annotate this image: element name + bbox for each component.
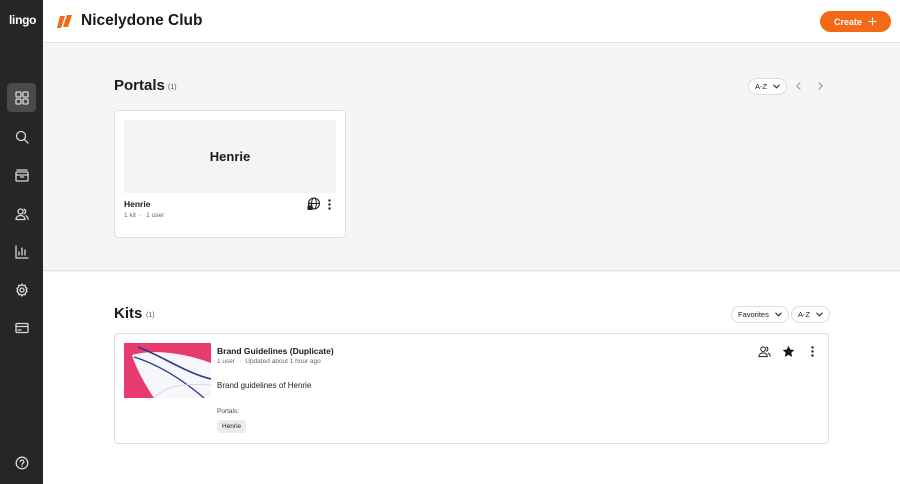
portal-more-menu-icon[interactable] [325,197,333,211]
nav-billing[interactable] [7,313,36,342]
kits-sort-label: A-Z [798,310,811,319]
portals-count: (1) [168,84,177,91]
users-icon [14,207,29,220]
brand-logo-icon [57,15,72,28]
nav-dashboard[interactable] [7,83,36,112]
dashboard-icon [14,90,29,105]
portals-sort-label: A-Z [755,82,768,91]
portal-user-count: 1 user [146,212,165,219]
kit-description: Brand guidelines of Henrie [217,381,312,390]
kits-filter-label: Favorites [738,310,769,319]
globe-lock-icon[interactable] [307,197,321,211]
kit-portal-tag[interactable]: Henrie [217,420,247,433]
portal-kit-count: 1 kit [124,212,136,219]
workspace-title: Nicelydone Club [81,12,203,29]
kits-sort-dropdown[interactable]: A-Z [791,306,831,323]
kits-filter-dropdown[interactable]: Favorites [731,306,789,323]
nav-kits[interactable] [7,160,36,189]
kit-updated: Updated about 1 hour ago [245,358,321,365]
chevron-down-icon [774,312,782,317]
kits-section: Kits (1) Favorites A-Z Brand Guidelines … [43,272,900,484]
billing-icon [14,322,29,333]
kits-heading: Kits [114,305,143,322]
nav-search[interactable] [7,122,36,151]
chevron-down-icon [816,312,823,317]
kit-more-menu-icon[interactable] [805,344,819,358]
kits-count: (1) [146,312,155,319]
analytics-icon [14,244,29,259]
app-logo[interactable]: lingo [9,13,36,27]
nav-settings[interactable] [7,275,36,304]
portals-section: Portals (1) A-Z Henrie Henrie 1 kit · 1 … [43,44,900,271]
portals-prev-button[interactable] [790,78,806,94]
favorite-star-icon[interactable] [781,344,795,358]
portal-name: Henrie [124,199,151,209]
chevron-left-icon [795,82,801,90]
portals-sort-dropdown[interactable]: A-Z [748,78,788,95]
portal-meta: 1 kit · 1 user [124,212,164,219]
nav-analytics[interactable] [7,237,36,266]
chevron-right-icon [817,82,823,90]
help-icon [15,456,28,469]
create-button[interactable]: Create [820,11,891,32]
nav-help[interactable] [7,448,36,477]
sidebar: lingo [0,0,43,484]
meta-separator: · [239,358,242,365]
top-header: Nicelydone Club Create [43,0,900,43]
portals-heading: Portals [114,77,165,94]
kit-title[interactable]: Brand Guidelines (Duplicate) [217,346,334,356]
portal-thumbnail-title: Henrie [209,149,251,164]
kit-portals-label: Portals: [217,408,240,415]
portals-next-button[interactable] [812,78,828,94]
kit-card[interactable]: Brand Guidelines (Duplicate) 1 user · Up… [114,333,829,444]
kit-meta: 1 user · Updated about 1 hour ago [217,358,321,365]
nav-users[interactable] [7,199,36,228]
search-icon [15,130,29,144]
portal-card[interactable]: Henrie Henrie 1 kit · 1 user [114,110,346,238]
kits-icon [14,168,29,182]
create-button-label: Create [833,16,862,27]
plus-icon [868,17,877,26]
kit-members-icon[interactable] [757,344,771,358]
portal-thumbnail: Henrie [124,120,336,193]
meta-separator: · [139,212,143,219]
settings-icon [15,282,28,297]
kit-user-count: 1 user [217,358,236,365]
kit-thumbnail-image [124,343,211,398]
chevron-down-icon [773,84,780,89]
